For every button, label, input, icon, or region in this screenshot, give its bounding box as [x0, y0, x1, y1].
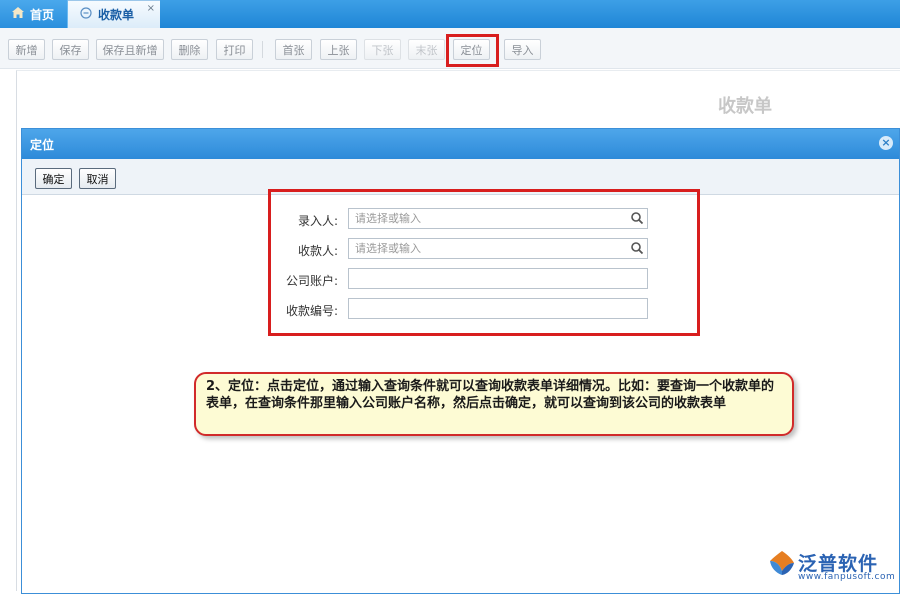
- save-and-new-button[interactable]: 保存且新增: [96, 39, 164, 60]
- first-record-button[interactable]: 首张: [275, 39, 312, 60]
- next-record-button[interactable]: 下张: [364, 39, 401, 60]
- confirm-button[interactable]: 确定: [35, 168, 72, 189]
- dialog-title: 定位: [30, 137, 55, 152]
- last-record-button[interactable]: 末张: [408, 39, 445, 60]
- annotation-callout: 2、定位：点击定位，通过输入查询条件就可以查询收款表单详细情况。比如：要查询一个…: [194, 372, 794, 436]
- receipt-icon: [80, 7, 92, 22]
- cancel-button[interactable]: 取消: [79, 168, 116, 189]
- tab-receipt-label: 收款单: [98, 8, 135, 22]
- logo-mark-icon: [770, 551, 794, 575]
- tab-receipt[interactable]: 收款单 ×: [68, 0, 160, 28]
- dialog-header: 定位 ×: [22, 129, 899, 159]
- locate-button-highlight: [446, 34, 499, 67]
- import-button[interactable]: 导入: [504, 39, 541, 60]
- previous-record-button[interactable]: 上张: [320, 39, 357, 60]
- print-button[interactable]: 打印: [216, 39, 253, 60]
- locate-dialog: 定位 × 确定 取消 录入人: 请选择或输入 收款人: 请选择或输入 公司账户:…: [21, 128, 900, 594]
- save-button[interactable]: 保存: [52, 39, 89, 60]
- new-button[interactable]: 新增: [8, 39, 45, 60]
- tab-close-icon[interactable]: ×: [147, 3, 155, 14]
- fanpu-logo: 泛普软件 www.fanpusoft.com: [768, 547, 898, 587]
- tab-bar: 首页 收款单 ×: [0, 0, 900, 28]
- toolbar-separator: [262, 41, 263, 58]
- logo-url: www.fanpusoft.com: [798, 572, 896, 582]
- search-fields-highlight: [268, 189, 700, 336]
- dialog-close-icon[interactable]: ×: [879, 136, 893, 150]
- form-title: 收款单: [718, 96, 772, 117]
- tab-home[interactable]: 首页: [0, 0, 68, 28]
- tab-home-label: 首页: [30, 7, 55, 22]
- delete-button[interactable]: 删除: [171, 39, 208, 60]
- home-icon: [12, 7, 24, 21]
